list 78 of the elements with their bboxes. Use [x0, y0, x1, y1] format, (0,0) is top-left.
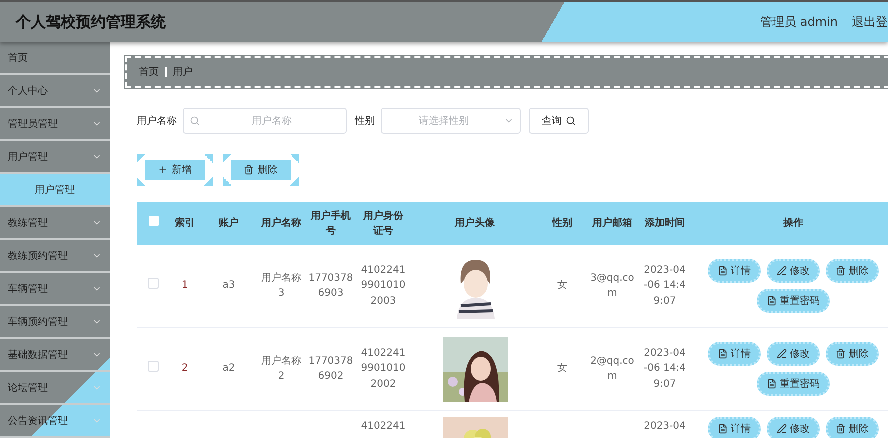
sidebar-item[interactable]: 管理员管理: [0, 108, 110, 141]
sidebar-item[interactable]: 个人中心: [0, 75, 110, 108]
trash-icon: [244, 165, 254, 175]
trash-icon: [836, 266, 846, 276]
app-title: 个人驾校预约管理系统: [14, 12, 167, 32]
action-button[interactable]: 重置密码: [757, 289, 830, 313]
action-button[interactable]: 修改: [767, 417, 820, 438]
document-icon: [767, 379, 777, 389]
table-cell: 2023-04-06 14:49:07: [640, 328, 690, 410]
document-icon: [767, 296, 777, 306]
column-header: 用户头像: [410, 202, 540, 245]
action-button[interactable]: 修改: [767, 259, 820, 283]
search-icon: [190, 116, 200, 126]
table-cell: 2@qq.com: [585, 328, 640, 410]
delete-button[interactable]: 删除: [223, 154, 299, 186]
table-cell: 用户名称2: [258, 328, 305, 410]
add-button[interactable]: 新增: [137, 154, 213, 186]
table-cell: a3: [200, 245, 258, 328]
table-cell: 女: [540, 328, 585, 410]
breadcrumb-item[interactable]: 用户: [173, 65, 193, 79]
select-all-checkbox[interactable]: [148, 216, 158, 226]
pen-icon: [777, 266, 787, 276]
query-button[interactable]: 查询: [529, 108, 589, 134]
sidebar-item[interactable]: 首页: [0, 42, 110, 75]
table-cell: 2023-04: [640, 410, 690, 438]
action-button[interactable]: 删除: [826, 417, 879, 438]
table-cell: a2: [200, 328, 258, 410]
table-cell: 1: [170, 245, 200, 328]
pen-icon: [777, 424, 787, 434]
column-header: 用户邮箱: [585, 202, 640, 245]
logout-link[interactable]: 退出登: [852, 14, 888, 30]
sidebar-item[interactable]: 教练管理: [0, 207, 110, 240]
table-cell: 2: [170, 328, 200, 410]
row-checkbox[interactable]: [148, 360, 159, 372]
action-button[interactable]: 详情: [708, 342, 761, 366]
column-header: 性别: [540, 202, 585, 245]
trash-icon: [836, 349, 846, 359]
table-cell: 410224199010102002: [357, 328, 410, 410]
table-cell: 17703786903: [305, 245, 357, 328]
column-header: 操作: [690, 202, 888, 245]
trash-icon: [836, 424, 846, 434]
sidebar-item[interactable]: 论坛管理: [0, 372, 110, 405]
document-icon: [718, 266, 728, 276]
table-cell: 女: [540, 245, 585, 328]
sidebar-item[interactable]: 基础数据管理: [0, 339, 110, 372]
sidebar-subitem[interactable]: 用户管理: [0, 174, 110, 207]
table-cell: 用户名称3: [258, 245, 305, 328]
document-icon: [718, 349, 728, 359]
table-cell: 3@qq.com: [585, 245, 640, 328]
breadcrumb-item[interactable]: 首页: [139, 65, 159, 79]
action-button[interactable]: 重置密码: [757, 372, 830, 396]
row-checkbox[interactable]: [148, 278, 159, 289]
plus-icon: [158, 165, 168, 175]
sidebar-item[interactable]: 教练预约管理: [0, 240, 110, 273]
action-button[interactable]: 修改: [767, 342, 820, 366]
action-button[interactable]: 详情: [708, 417, 761, 438]
column-header: 账户: [200, 202, 258, 245]
sidebar-item[interactable]: 公告资讯管理: [0, 405, 110, 438]
column-header: 索引: [170, 202, 200, 245]
action-button[interactable]: 删除: [826, 342, 879, 366]
user-label: 管理员 admin: [760, 14, 838, 30]
action-button[interactable]: 删除: [826, 259, 879, 283]
column-header: 用户手机号: [305, 202, 357, 245]
column-header: 用户身份证号: [357, 202, 410, 245]
sidebar-item[interactable]: 车辆预约管理: [0, 306, 110, 339]
table-cell: 410224199010102003: [357, 245, 410, 328]
column-header: 用户名称: [258, 202, 305, 245]
table-cell: 17703786902: [305, 328, 357, 410]
search-icon: [566, 116, 576, 126]
action-button[interactable]: 详情: [708, 259, 761, 283]
field-label: 用户名称: [137, 114, 177, 128]
column-header: 添加时间: [640, 202, 690, 245]
table-cell: 4102241: [357, 410, 410, 438]
document-icon: [718, 424, 728, 434]
pen-icon: [777, 349, 787, 359]
sidebar-item[interactable]: 车辆管理: [0, 273, 110, 306]
table-cell: 2023-04-06 14:49:07: [640, 245, 690, 328]
field-label: 性别: [355, 114, 375, 128]
